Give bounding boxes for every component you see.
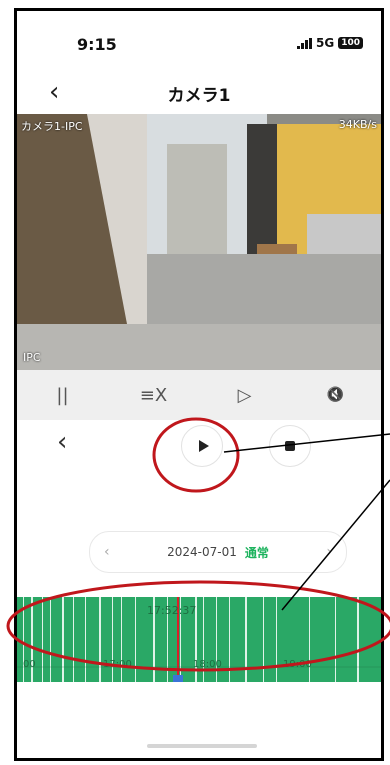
date-next-button[interactable]: › <box>326 544 332 560</box>
home-indicator <box>147 744 257 748</box>
source-label: IPC <box>23 351 41 364</box>
play-icon <box>198 440 209 452</box>
mute-button[interactable]: 🔇 <box>316 375 356 415</box>
timeline-tick: 18:00 <box>193 659 222 670</box>
nav-bar: ‹ カメラ1 <box>17 73 381 113</box>
mode-label: 通常 <box>244 545 269 560</box>
play-next-icon: ▷ <box>237 384 252 406</box>
status-indicators: 5G 100 <box>297 36 363 50</box>
record-stop-icon: ≡X <box>139 384 168 406</box>
phone-frame: 9:15 5G 100 ‹ カメラ1 カメラ1-IPC 34KB/s IPC |… <box>14 8 384 761</box>
status-bar: 9:15 5G 100 <box>17 11 381 71</box>
date-prev-button[interactable]: ‹ <box>104 544 110 560</box>
playback-controls: ‹ <box>17 423 381 467</box>
stop-icon <box>285 441 295 451</box>
page-title: カメラ1 <box>167 86 231 106</box>
previous-button[interactable]: ‹ <box>57 427 67 457</box>
timeline-tick: 17:00 <box>103 659 132 670</box>
camera-name-label: カメラ1-IPC <box>21 120 83 133</box>
pause-button[interactable]: || <box>43 375 83 415</box>
play-next-button[interactable]: ▷ <box>225 375 265 415</box>
timeline-tick: 19:00 <box>283 659 312 670</box>
network-label: 5G <box>316 36 335 50</box>
pause-icon: || <box>56 384 69 406</box>
stop-button[interactable] <box>269 425 311 467</box>
record-stop-button[interactable]: ≡X <box>134 375 174 415</box>
signal-icon <box>297 37 312 49</box>
video-frame-image <box>17 114 381 370</box>
timeline-current-time: 17:52:37 <box>147 604 197 617</box>
bitrate-label: 34KB/s <box>338 118 377 131</box>
camera-video[interactable]: カメラ1-IPC 34KB/s IPC <box>17 114 381 370</box>
video-control-bar: || ≡X ▷ 🔇 <box>17 370 381 420</box>
play-button[interactable] <box>181 425 223 467</box>
timeline-bar[interactable]: 17:52:37 00 17:00 18:00 19:00 <box>17 597 381 682</box>
date-selector: ‹ 2024-07-01 通常 › <box>89 531 347 573</box>
status-time: 9:15 <box>77 35 117 54</box>
battery-icon: 100 <box>338 37 363 49</box>
timeline-tick: 00 <box>23 659 36 670</box>
date-value: 2024-07-01 <box>167 545 237 559</box>
mute-icon: 🔇 <box>326 387 345 403</box>
